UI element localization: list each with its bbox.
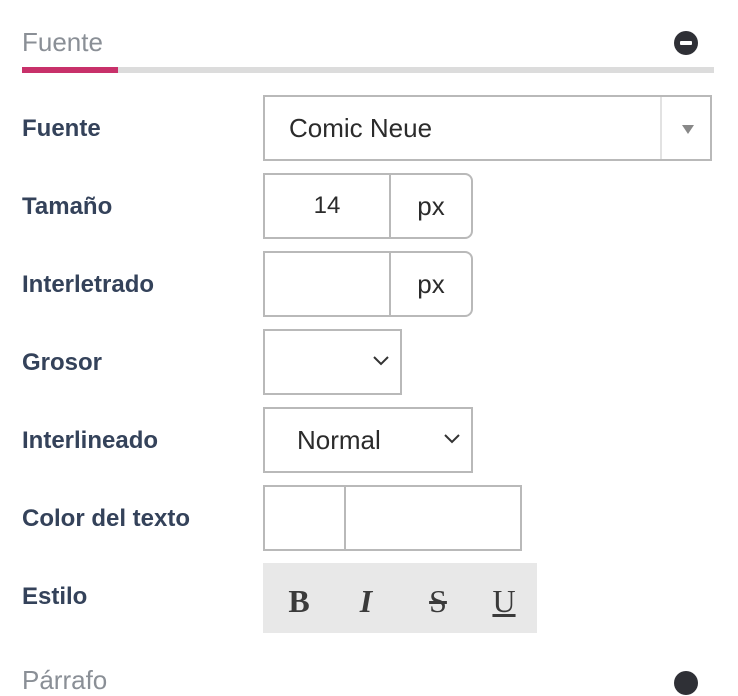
collapse-section-icon[interactable] bbox=[674, 31, 698, 55]
line-height-select[interactable]: Normal bbox=[263, 407, 473, 473]
size-row: Tamaño px bbox=[22, 173, 714, 241]
section-title: Fuente bbox=[22, 27, 103, 57]
line-height-label: Interlineado bbox=[22, 427, 159, 454]
letter-spacing-input[interactable] bbox=[265, 253, 391, 315]
expand-section-icon[interactable] bbox=[674, 671, 698, 695]
style-row: Estilo B I S U bbox=[22, 563, 714, 633]
letter-spacing-control: px bbox=[263, 251, 473, 317]
color-swatch-button[interactable] bbox=[265, 487, 346, 549]
section-header: Fuente bbox=[22, 0, 714, 74]
weight-select[interactable] bbox=[263, 329, 402, 395]
text-color-control bbox=[263, 485, 522, 551]
size-label: Tamaño bbox=[22, 193, 113, 220]
style-label: Estilo bbox=[22, 583, 88, 610]
letter-spacing-unit-button[interactable]: px bbox=[391, 253, 471, 315]
bold-button[interactable]: B bbox=[266, 563, 332, 633]
style-button-group: B I S U bbox=[263, 563, 537, 633]
chevron-down-icon bbox=[373, 356, 389, 366]
size-unit-button[interactable]: px bbox=[391, 175, 471, 237]
next-section-title[interactable]: Párrafo bbox=[22, 664, 107, 696]
text-color-label: Color del texto bbox=[22, 505, 191, 532]
size-control: px bbox=[263, 173, 473, 239]
dropdown-arrow-icon bbox=[682, 125, 694, 134]
font-row: Fuente Comic Neue bbox=[22, 95, 714, 163]
underline-button[interactable]: U bbox=[471, 563, 537, 633]
italic-button[interactable]: I bbox=[333, 563, 399, 633]
section-tab-indicator bbox=[22, 67, 118, 73]
section-tab-track bbox=[22, 67, 714, 73]
font-family-value: Comic Neue bbox=[289, 113, 433, 143]
font-settings-panel: Fuente Fuente Comic Neue Tamaño px Inter… bbox=[22, 0, 714, 695]
chevron-down-icon bbox=[444, 434, 460, 444]
text-color-row: Color del texto bbox=[22, 485, 714, 553]
font-family-select[interactable]: Comic Neue bbox=[263, 95, 712, 161]
letter-spacing-row: Interletrado px bbox=[22, 251, 714, 319]
select-divider bbox=[660, 97, 662, 159]
size-input[interactable] bbox=[265, 175, 391, 237]
color-hex-input[interactable] bbox=[346, 487, 520, 549]
weight-label: Grosor bbox=[22, 349, 103, 376]
weight-row: Grosor bbox=[22, 329, 714, 397]
letter-spacing-label: Interletrado bbox=[22, 271, 155, 298]
strikethrough-button[interactable]: S bbox=[405, 563, 471, 633]
line-height-row: Interlineado Normal bbox=[22, 407, 714, 475]
font-label: Fuente bbox=[22, 115, 101, 142]
line-height-value: Normal bbox=[297, 425, 381, 455]
